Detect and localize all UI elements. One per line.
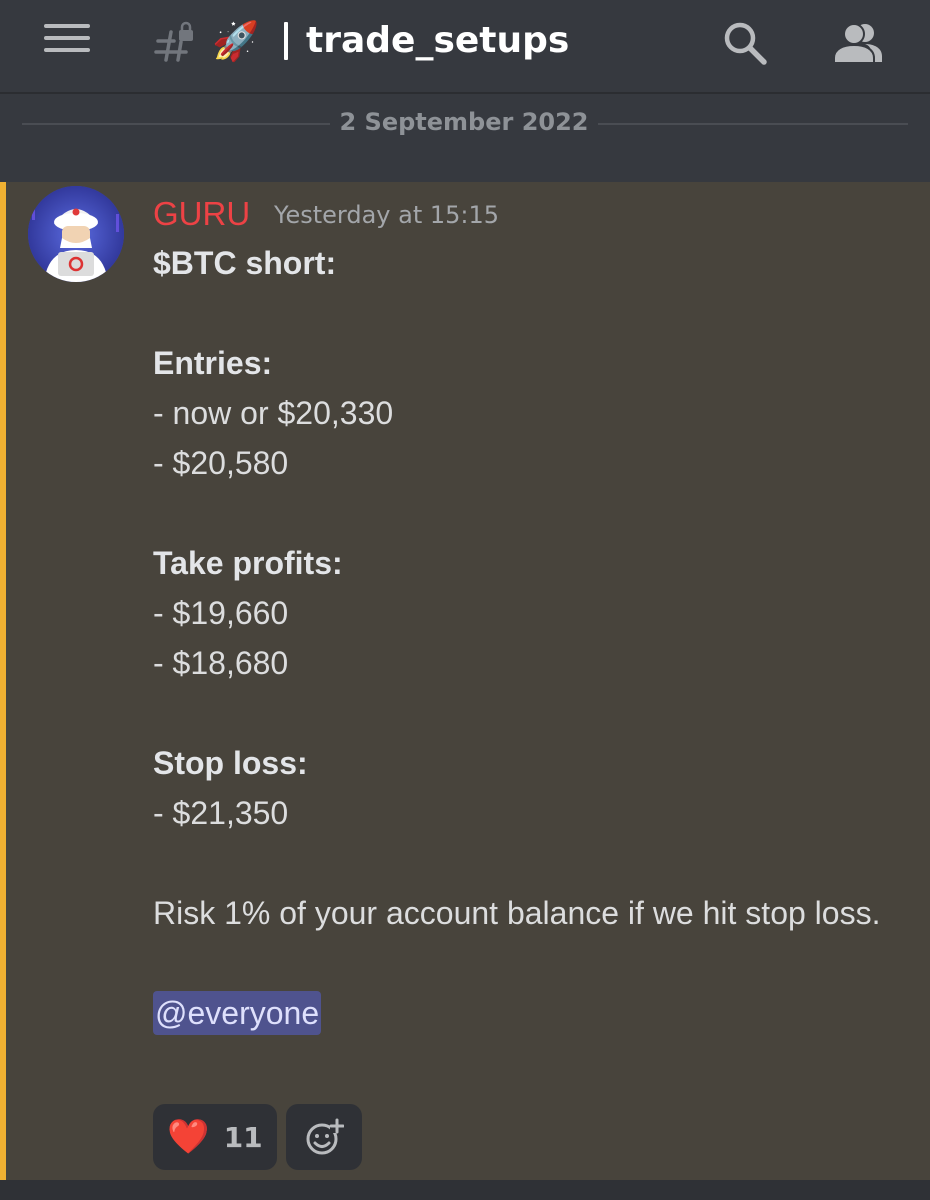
members-icon[interactable] (832, 20, 884, 66)
entries-heading: Entries: (153, 345, 273, 381)
message-timestamp: Yesterday at 15:15 (274, 201, 500, 229)
add-reaction-icon (306, 1118, 344, 1155)
message-title: $BTC short: (153, 245, 337, 281)
date-divider: 2 September 2022 (0, 92, 930, 156)
search-icon[interactable] (722, 20, 768, 66)
title-separator (284, 22, 288, 60)
take-profit-line: - $19,660 (153, 595, 289, 631)
channel-header: 🚀 trade_setups (0, 0, 930, 94)
divider-line (22, 123, 330, 125)
heart-reaction-button[interactable]: ❤️ 11 (153, 1104, 277, 1170)
take-profits-heading: Take profits: (153, 545, 343, 581)
risk-note: Risk 1% of your account balance if we hi… (153, 895, 881, 931)
entry-line: - $20,580 (153, 445, 289, 481)
add-reaction-button[interactable] (286, 1104, 362, 1170)
channel-name[interactable]: trade_setups (306, 14, 569, 68)
heart-icon: ❤️ (167, 1117, 210, 1157)
reaction-count: 11 (223, 1120, 263, 1154)
date-divider-label: 2 September 2022 (339, 108, 589, 136)
message[interactable]: GURU Yesterday at 15:15 $BTC short: Entr… (0, 182, 930, 1180)
author-name[interactable]: GURU (153, 194, 250, 234)
everyone-mention[interactable]: @everyone (153, 991, 322, 1035)
author-avatar[interactable] (28, 186, 124, 282)
hamburger-menu-icon[interactable] (44, 24, 90, 60)
stop-loss-heading: Stop loss: (153, 745, 308, 781)
mention-highlight-bar (0, 182, 6, 1180)
locked-channel-hash-icon (154, 21, 193, 62)
channel-emoji: 🚀 (212, 19, 260, 63)
take-profit-line: - $18,680 (153, 645, 289, 681)
bottom-bar (0, 1180, 930, 1200)
stop-loss-line: - $21,350 (153, 795, 289, 831)
divider-line (598, 123, 908, 125)
message-content: $BTC short: Entries: - now or $20,330 - … (153, 238, 893, 1038)
entry-line: - now or $20,330 (153, 395, 394, 431)
